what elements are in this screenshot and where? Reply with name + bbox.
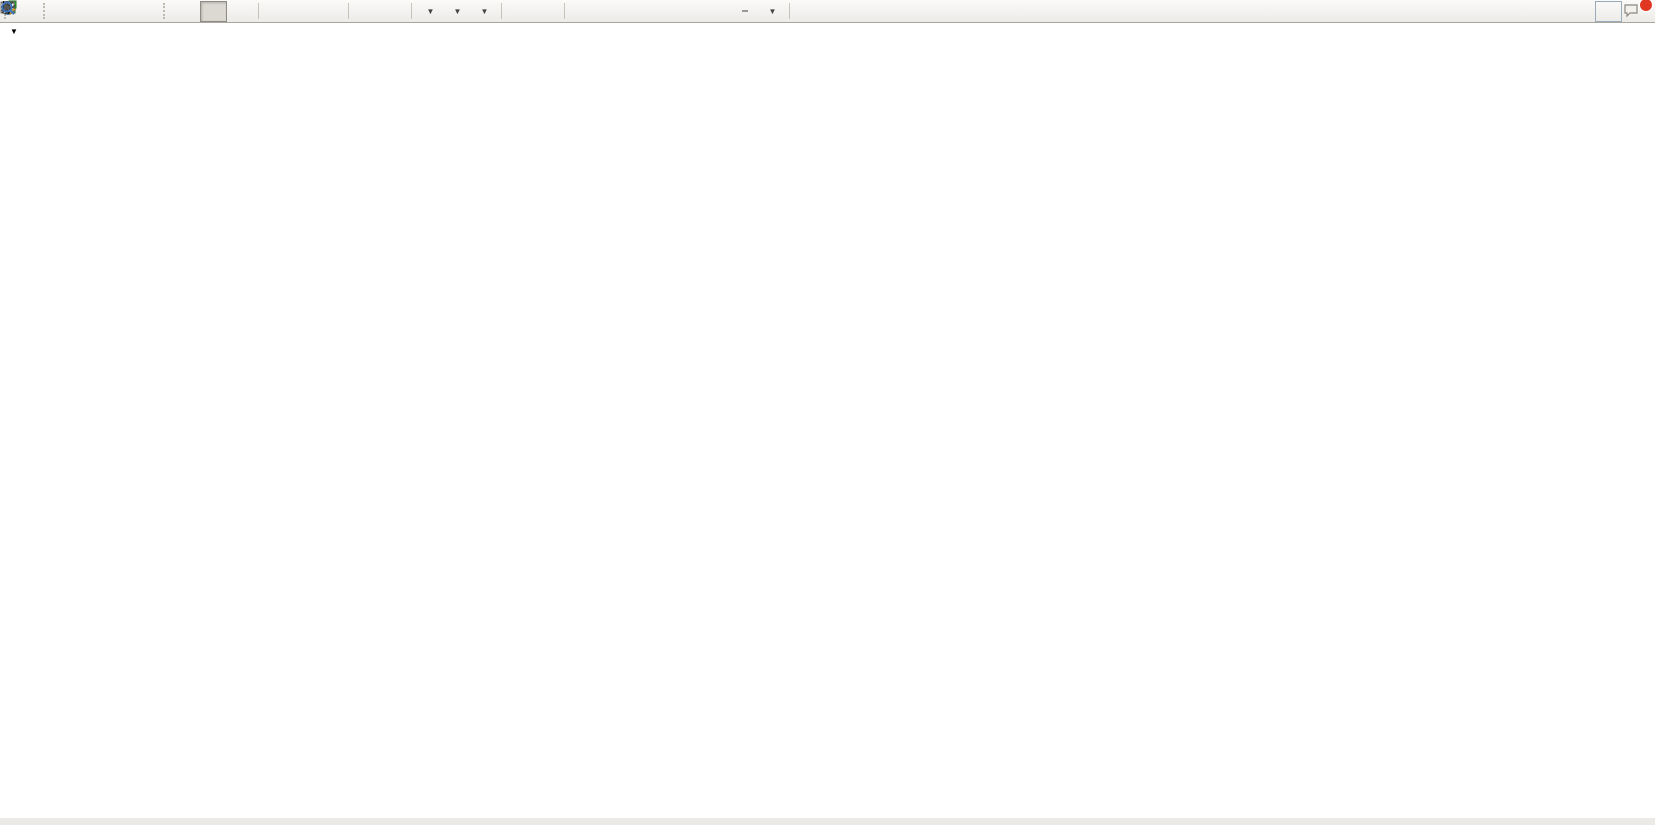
new-order-button[interactable] <box>14 1 41 22</box>
toolbar-separator <box>411 3 412 19</box>
chat-button[interactable] <box>1622 1 1649 22</box>
search-button[interactable] <box>1595 1 1622 22</box>
window-bottom-strip <box>0 818 1655 825</box>
toolbar-separator <box>789 3 790 19</box>
chevron-down-icon: ▼ <box>481 7 489 16</box>
new-chart-window-button[interactable] <box>353 1 380 22</box>
toolbar-separator <box>564 3 565 19</box>
toolbar-grip <box>163 3 169 19</box>
chevron-down-icon: ▼ <box>769 7 777 16</box>
text-tool-button[interactable] <box>704 1 731 22</box>
candle-chart-type-button[interactable] <box>200 1 227 22</box>
chart-canvas[interactable] <box>0 0 1655 825</box>
trendline-tool-button[interactable] <box>623 1 650 22</box>
line-chart-type-button[interactable] <box>227 1 254 22</box>
toolbar-grip <box>43 3 49 19</box>
main-toolbar: ▼ ▼ ▼ ▼ <box>0 0 1655 23</box>
tile-windows-button[interactable] <box>317 1 344 22</box>
chevron-down-icon: ▼ <box>454 7 462 16</box>
vertical-line-tool-button[interactable] <box>569 1 596 22</box>
arrows-tool-button[interactable]: ▼ <box>758 1 785 22</box>
signals-button[interactable] <box>107 1 134 22</box>
toolbar-separator <box>258 3 259 19</box>
chevron-down-icon: ▼ <box>427 7 435 16</box>
label-tool-label <box>742 10 748 12</box>
horizontal-line-tool-button[interactable] <box>596 1 623 22</box>
zoom-out-button[interactable] <box>290 1 317 22</box>
data-window-button[interactable] <box>80 1 107 22</box>
chat-unread-badge <box>1639 0 1653 12</box>
crosshair-tool-button[interactable] <box>533 1 560 22</box>
periods-button[interactable]: ▼ <box>443 1 470 22</box>
market-watch-button[interactable] <box>53 1 80 22</box>
bar-chart-type-button[interactable] <box>173 1 200 22</box>
toolbar-separator <box>501 3 502 19</box>
chart-shift-button[interactable] <box>380 1 407 22</box>
fibonacci-tool-button[interactable] <box>677 1 704 22</box>
text-label-tool-button[interactable] <box>731 1 758 22</box>
zoom-in-button[interactable] <box>263 1 290 22</box>
cursor-tool-button[interactable] <box>506 1 533 22</box>
template-button[interactable]: ▼ <box>470 1 497 22</box>
toolbar-separator <box>348 3 349 19</box>
channel-tool-button[interactable] <box>650 1 677 22</box>
add-indicator-button[interactable]: ▼ <box>416 1 443 22</box>
auto-trading-button[interactable] <box>134 1 161 22</box>
